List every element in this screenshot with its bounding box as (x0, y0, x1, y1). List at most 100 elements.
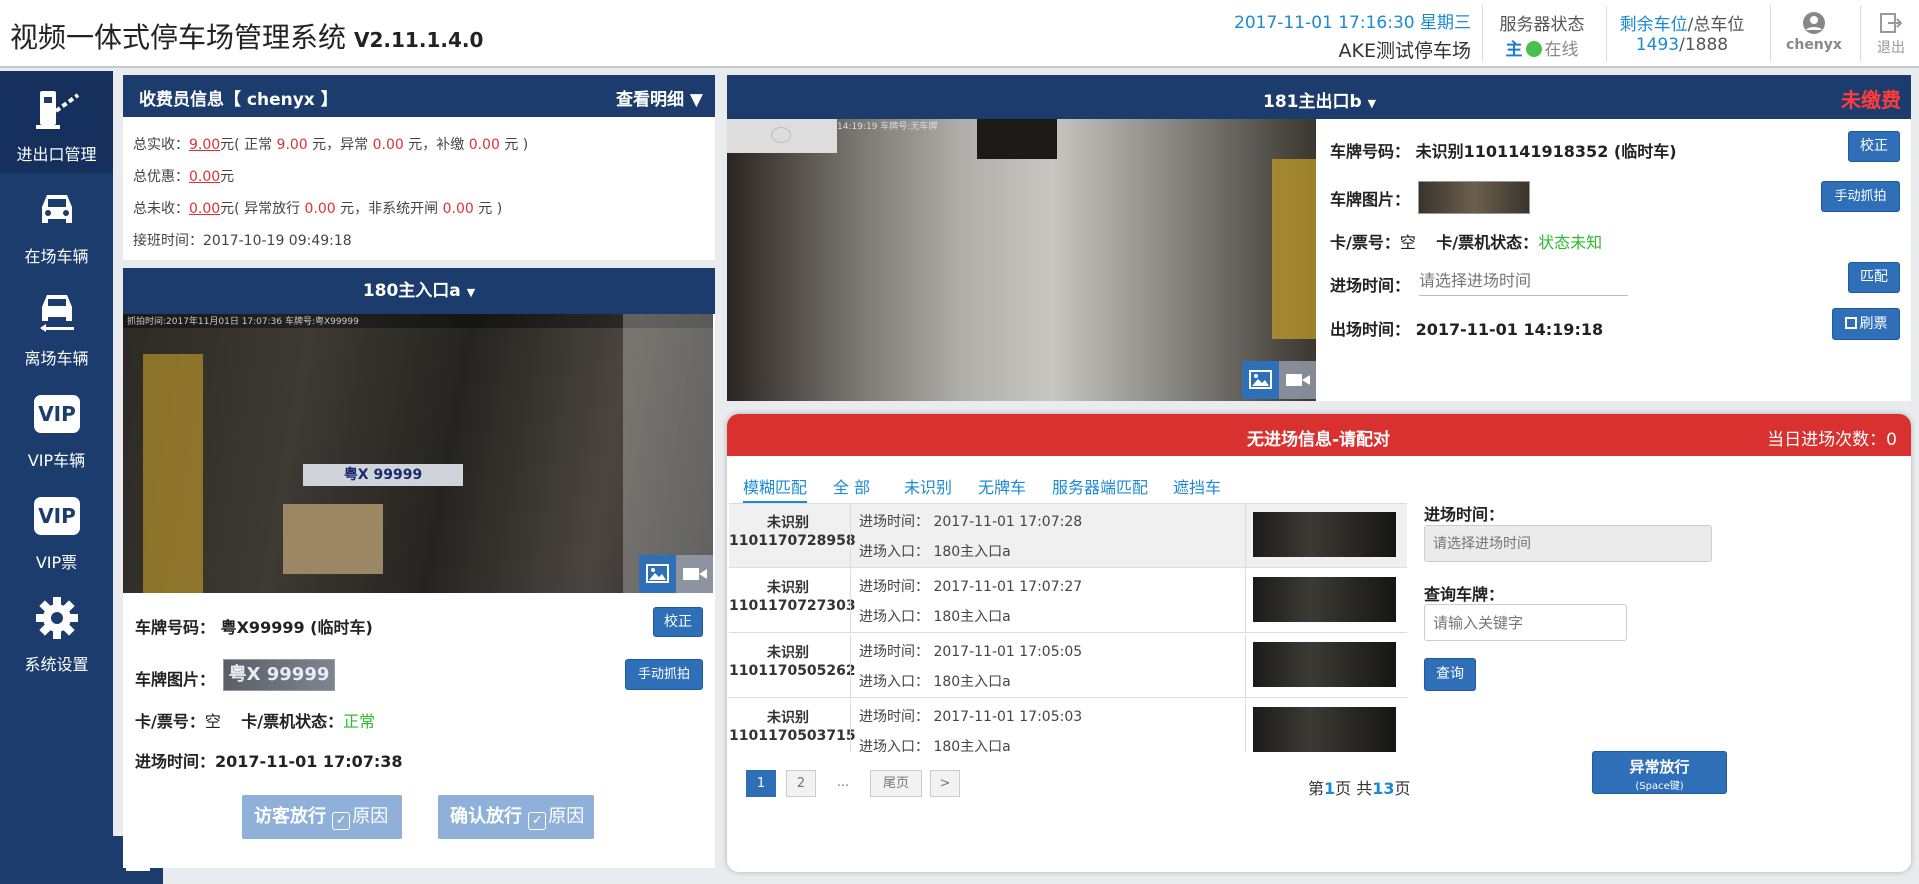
list-item-plate: 未识别 1101170727303 (729, 580, 856, 614)
exit-correct-button[interactable]: 校正 (1848, 131, 1900, 162)
entrance-plate-value: 粤X99999 (临时车) (220, 618, 373, 637)
list-item-gate: 进场入口： 180主入口a (859, 544, 1011, 560)
tab-fuzzy-match[interactable]: 模糊匹配 (743, 474, 808, 503)
entrance-header[interactable]: 180主入口a ▼ (123, 268, 715, 314)
list-item-thumbnail (1253, 642, 1396, 687)
exit-header: 181主出口b ▼ 未缴费 (727, 75, 1911, 119)
query-button[interactable]: 查询 (1424, 658, 1476, 691)
list-item-time: 进场时间： 2017-11-01 17:07:28 (859, 514, 1083, 530)
sidebar-item-vip-ticket[interactable]: VIP VIP票 (0, 479, 113, 581)
sidebar-item-vip-vehicles[interactable]: VIP VIP车辆 (0, 377, 113, 479)
video-view-button[interactable] (1279, 361, 1316, 399)
column-divider (1245, 504, 1246, 568)
cashier-title: 收费员信息【 chenyx 】 (139, 90, 338, 110)
gear-icon (36, 597, 78, 639)
list-item[interactable]: 未识别 1101170728958 进场时间： 2017-11-01 17:07:… (729, 504, 1407, 568)
page-1-button[interactable]: 1 (746, 770, 776, 797)
cashier-total-discount: 总优惠：0.00元 (133, 169, 235, 185)
list-item-thumbnail (1253, 512, 1396, 557)
list-item-thumbnail (1253, 707, 1396, 752)
exit-entry-time-input[interactable] (1419, 266, 1628, 296)
match-button[interactable]: 匹配 (1848, 262, 1900, 293)
page-2-button[interactable]: 2 (786, 770, 816, 797)
tab-no-plate[interactable]: 无牌车 (978, 474, 1026, 498)
exit-camera-view: 14:19:19 车牌号:无车牌 (727, 119, 1316, 401)
entrance-time-value: 2017-11-01 17:07:38 (215, 752, 403, 771)
view-details-link[interactable]: 查看明细 ▼ (616, 85, 703, 110)
exit-machine-status: 状态未知 (1538, 233, 1603, 252)
entrance-plate-image: 粤X 99999 (223, 659, 335, 691)
exit-title: 181主出口b (1263, 92, 1362, 112)
sidebar: 进出口管理 在场车辆 离场车辆 VIP VIP车辆 VIP VIP票 系统设置 (0, 71, 113, 884)
top-header: 视频一体式停车场管理系统 V2.11.1.4.0 2017-11-01 17:16… (0, 0, 1919, 68)
lot-name: AKE测试停车场 (1338, 40, 1471, 62)
exit-plate-image (1418, 181, 1530, 214)
confirm-release-button[interactable]: 确认放行 ✓ 原因 (438, 795, 594, 839)
filter-time-input[interactable] (1424, 525, 1712, 562)
server-online-text: 在线 (1544, 40, 1579, 60)
caret-down-icon: ▼ (466, 286, 476, 299)
list-item[interactable]: 未识别 1101170503715 进场时间： 2017-11-01 17:05:… (729, 699, 1407, 752)
list-item-time: 进场时间： 2017-11-01 17:05:03 (859, 709, 1083, 725)
spaces-remaining: 1493 (1635, 35, 1680, 55)
exit-gate-selector[interactable]: 181主出口b ▼ (1263, 87, 1376, 112)
username: chenyx (1786, 37, 1842, 53)
status-dot-icon (1525, 41, 1542, 57)
vip-ticket-icon: VIP (34, 493, 80, 539)
logout-button[interactable]: 退出 (1866, 8, 1916, 62)
next-page-button[interactable]: > (930, 770, 960, 797)
caret-down-icon: ▼ (689, 90, 703, 110)
snapshot-view-button[interactable] (639, 555, 676, 593)
abnormal-release-button[interactable]: 异常放行 (Space键) (1592, 751, 1727, 794)
header-divider (1482, 6, 1483, 62)
exit-plate-image-label: 车牌图片： (1330, 190, 1411, 209)
refresh-ticket-button[interactable]: 刷票 (1832, 308, 1900, 340)
match-title: 无进场信息-请配对 (1247, 430, 1391, 450)
list-item-plate: 未识别 1101170505262 (729, 645, 856, 679)
car-front-icon (42, 195, 72, 223)
tab-all[interactable]: 全 部 (833, 474, 870, 498)
list-item-gate: 进场入口： 180主入口a (859, 674, 1011, 690)
list-item[interactable]: 未识别 1101170727303 进场时间： 2017-11-01 17:07:… (729, 569, 1407, 633)
sidebar-item-departed-vehicles[interactable]: 离场车辆 (0, 275, 113, 377)
broken-image-icon (771, 127, 791, 143)
sidebar-item-parked-vehicles[interactable]: 在场车辆 (0, 173, 113, 275)
vip-icon: VIP (34, 391, 80, 437)
entrance-manual-capture-button[interactable]: 手动抓拍 (625, 659, 703, 690)
scene-element (1272, 159, 1316, 339)
list-item[interactable]: 未识别 1101170505262 进场时间： 2017-11-01 17:05:… (729, 634, 1407, 698)
tab-blocked[interactable]: 遮挡车 (1173, 474, 1221, 498)
column-divider (1245, 569, 1246, 633)
sidebar-item-settings[interactable]: 系统设置 (0, 581, 113, 683)
user-avatar-icon (1803, 12, 1825, 34)
parking-spaces-label: 剩余车位/总车位 (1619, 15, 1745, 35)
car-exit-icon (40, 295, 74, 332)
last-page-button[interactable]: 尾页 (870, 770, 922, 797)
snapshot-view-button[interactable] (1242, 361, 1279, 399)
tab-unrecognized[interactable]: 未识别 (904, 474, 952, 498)
tab-server-match[interactable]: 服务器端匹配 (1052, 474, 1148, 498)
sidebar-item-gate-management[interactable]: 进出口管理 (0, 71, 113, 173)
exit-time-value: 2017-11-01 14:19:18 (1415, 320, 1604, 339)
video-view-button[interactable] (676, 555, 713, 593)
video-camera-icon (1286, 374, 1310, 386)
checkbox-icon[interactable]: ✓ (528, 812, 547, 830)
header-divider (1770, 6, 1771, 62)
entrance-time-row: 进场时间：2017-11-01 17:07:38 (135, 752, 403, 771)
checkbox-icon[interactable]: ✓ (332, 812, 351, 830)
video-camera-icon (683, 568, 707, 580)
caret-down-icon: ▼ (1367, 97, 1377, 110)
filter-plate-input[interactable] (1424, 604, 1627, 641)
list-item-plate: 未识别 1101170728958 (729, 515, 856, 549)
entrance-correct-button[interactable]: 校正 (653, 607, 703, 637)
column-divider (850, 699, 851, 752)
visitor-release-button[interactable]: 访客放行 ✓ 原因 (242, 795, 402, 839)
exit-card-row: 卡/票号：空 卡/票机状态：状态未知 (1330, 233, 1603, 252)
user-menu[interactable]: chenyx (1772, 8, 1856, 62)
cashier-header: 收费员信息【 chenyx 】 查看明细 ▼ (123, 75, 715, 117)
exit-manual-capture-button[interactable]: 手动抓拍 (1821, 181, 1900, 212)
scene-element (977, 119, 1057, 159)
page-ellipsis: ... (836, 775, 850, 790)
scene-plate: 粤X 99999 (303, 464, 463, 486)
list-item-gate: 进场入口： 180主入口a (859, 739, 1011, 752)
